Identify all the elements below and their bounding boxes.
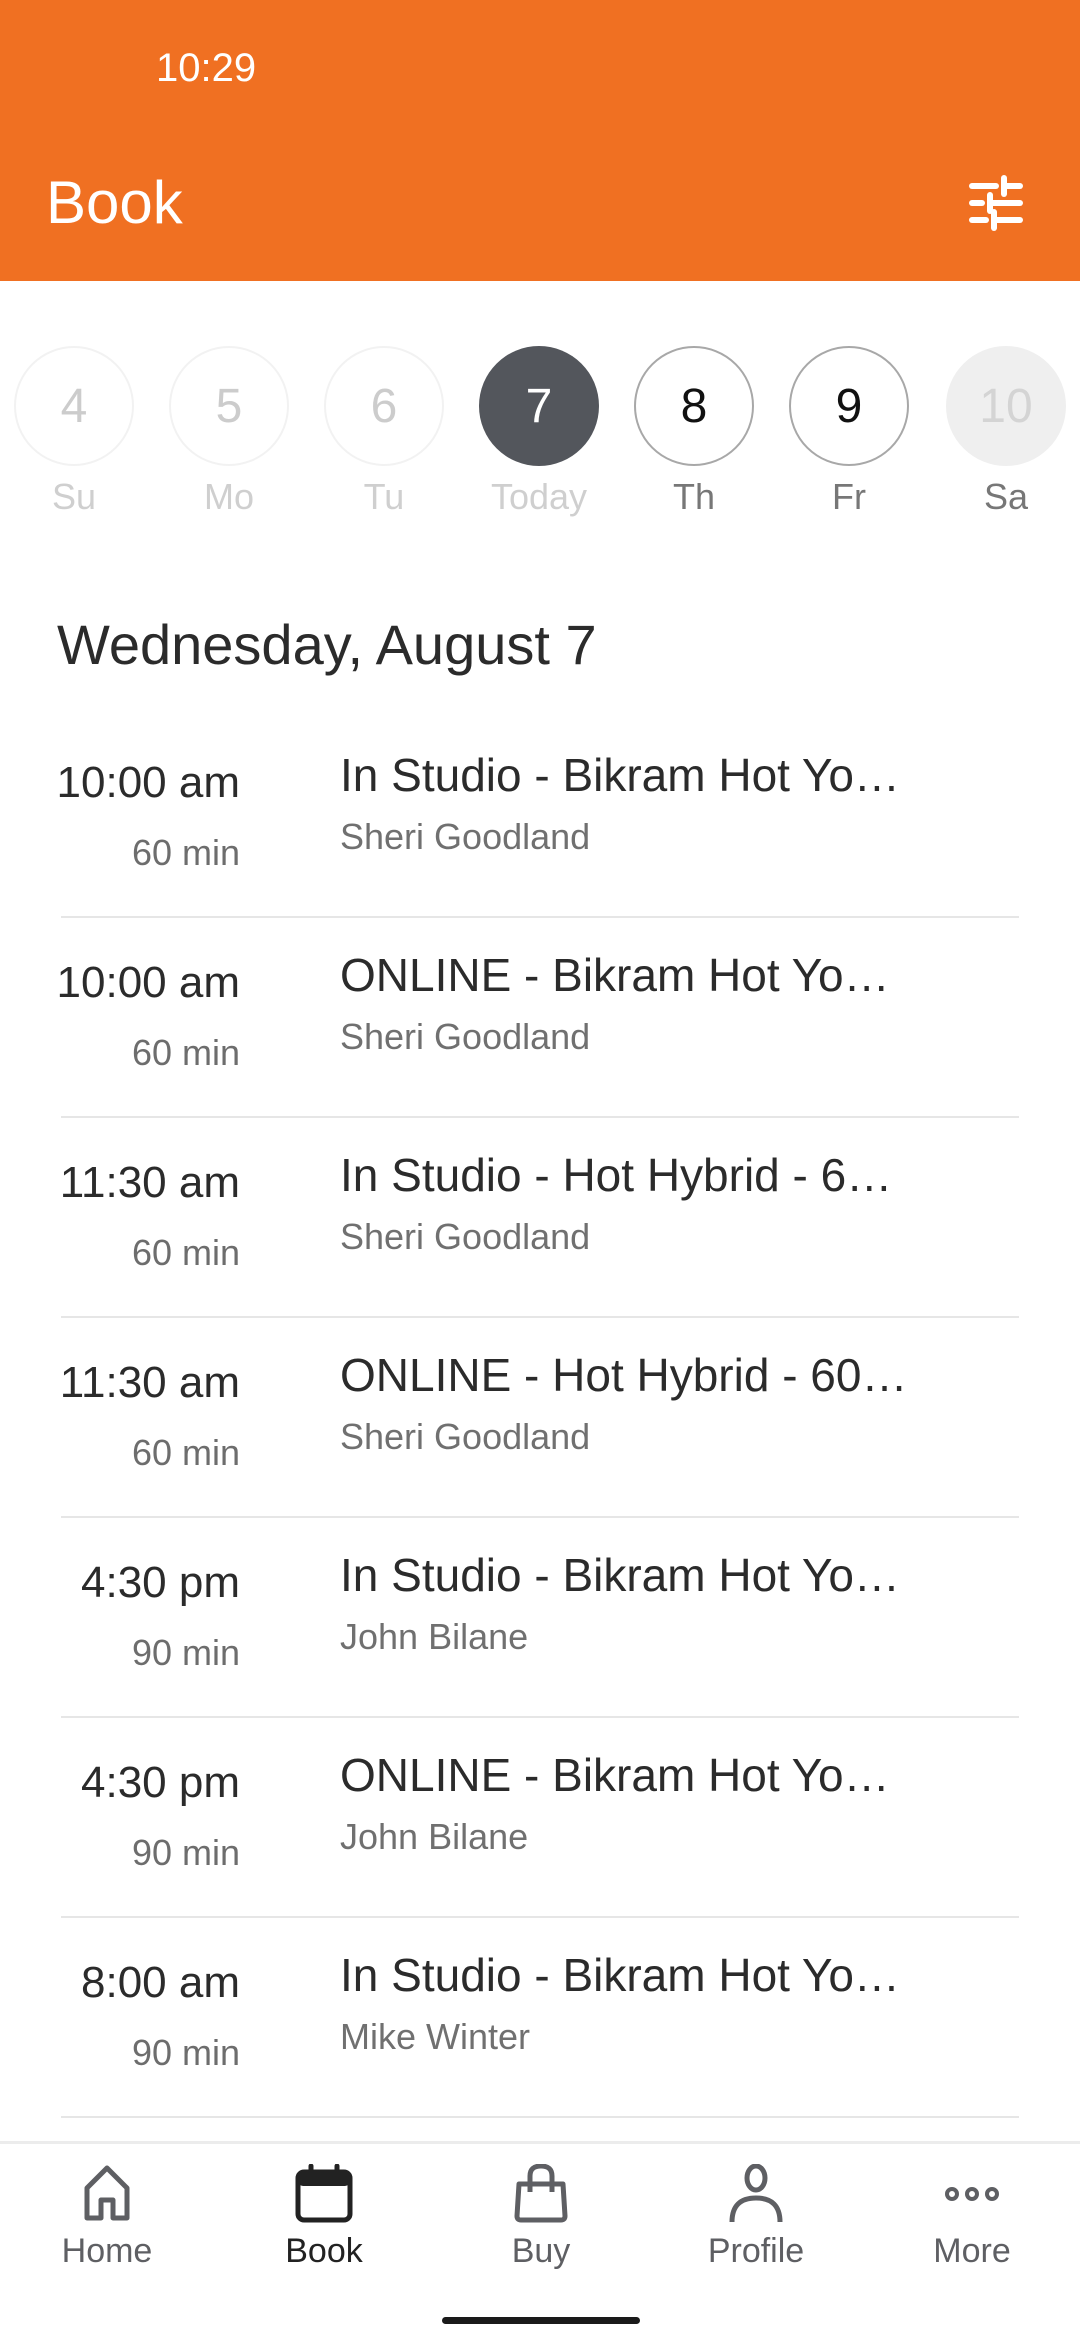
day-mo[interactable]: 5 Mo	[169, 346, 289, 518]
day-label: Today	[490, 476, 588, 517]
class-list-item[interactable]: 10:00 am 60 min ONLINE - Bikram Hot Yo… She…	[0, 918, 1080, 1118]
tab-buy[interactable]: Buy	[461, 2164, 621, 2271]
class-instructor: Sheri Goodland	[340, 1416, 591, 1457]
tab-label: More	[933, 2232, 1011, 2270]
day-number: 9	[789, 346, 909, 466]
class-duration: 60 min	[131, 1432, 240, 1473]
class-list: 10:00 am 60 min In Studio - Bikram Hot Yo……	[0, 718, 1080, 2118]
class-instructor: Sheri Goodland	[340, 1016, 591, 1057]
day-label: Th	[672, 476, 715, 517]
class-instructor: John Bilane	[340, 1616, 529, 1657]
class-name: In Studio - Bikram Hot Yo…	[340, 1549, 900, 1601]
class-time: 4:30 pm	[81, 1758, 240, 1807]
tab-more[interactable]: More	[892, 2164, 1052, 2271]
day-tu[interactable]: 6 Tu	[324, 346, 444, 518]
week-day-picker: 4 Su 5 Mo 6 Tu 7 Today 8 Th 9 Fr 10 Sa	[0, 346, 1080, 526]
tab-book[interactable]: Book	[244, 2164, 404, 2271]
status-bar-time: 10:29	[156, 46, 257, 90]
tab-label: Buy	[511, 2232, 571, 2270]
more-dots-icon	[892, 2164, 1052, 2224]
day-number: 6	[324, 346, 444, 466]
class-duration: 60 min	[131, 832, 240, 873]
bottom-tab-bar: Home Book Buy Profile More	[0, 2141, 1080, 2340]
class-instructor: Mike Winter	[340, 2016, 531, 2057]
sliders-icon	[969, 175, 1023, 231]
class-time: 11:30 am	[59, 1358, 240, 1407]
class-list-item[interactable]: 11:30 am 60 min ONLINE - Hot Hybrid - 60… S…	[0, 1318, 1080, 1518]
app-header: 10:29 Book	[0, 0, 1080, 281]
home-icon	[27, 2164, 187, 2224]
tab-profile[interactable]: Profile	[676, 2164, 836, 2271]
calendar-icon	[244, 2164, 404, 2224]
class-duration: 60 min	[131, 1232, 240, 1273]
shopping-bag-icon	[461, 2164, 621, 2224]
class-list-item[interactable]: 8:00 am 90 min In Studio - Bikram Hot Yo… M…	[0, 1918, 1080, 2118]
class-time: 8:00 am	[81, 1958, 240, 2007]
day-number: 4	[14, 346, 134, 466]
day-label: Sa	[983, 476, 1029, 517]
class-name: In Studio - Bikram Hot Yo…	[340, 1949, 900, 2001]
day-number: 10	[946, 346, 1066, 466]
class-time: 11:30 am	[59, 1158, 240, 1207]
tab-label: Book	[285, 2232, 363, 2270]
class-instructor: Sheri Goodland	[340, 816, 591, 857]
day-number: 5	[169, 346, 289, 466]
class-list-item[interactable]: 11:30 am 60 min In Studio - Hot Hybrid - 6…	[0, 1118, 1080, 1318]
day-label: Mo	[203, 476, 254, 517]
day-label: Tu	[363, 476, 405, 517]
person-icon	[676, 2164, 836, 2224]
filter-button[interactable]	[960, 170, 1032, 236]
class-name: ONLINE - Bikram Hot Yo…	[340, 1749, 890, 1801]
class-duration: 90 min	[131, 1632, 240, 1673]
day-label: Su	[51, 476, 97, 517]
class-name: In Studio - Bikram Hot Yo…	[340, 749, 900, 801]
class-duration: 90 min	[131, 1832, 240, 1873]
class-duration: 60 min	[131, 1032, 240, 1073]
class-instructor: Sheri Goodland	[340, 1216, 591, 1257]
class-time: 10:00 am	[56, 958, 240, 1007]
class-instructor: John Bilane	[340, 1816, 529, 1857]
day-today[interactable]: 7 Today	[479, 346, 599, 518]
day-sa: 10 Sa	[946, 346, 1066, 518]
selected-date-heading: Wednesday, August 7	[57, 613, 597, 676]
class-name: In Studio - Hot Hybrid - 6…	[340, 1149, 893, 1201]
class-name: ONLINE - Hot Hybrid - 60…	[340, 1349, 908, 1401]
home-indicator[interactable]	[442, 2317, 640, 2324]
page-title: Book	[46, 169, 183, 236]
day-fr[interactable]: 9 Fr	[789, 346, 909, 518]
day-su[interactable]: 4 Su	[14, 346, 134, 518]
day-label: Fr	[832, 476, 866, 517]
tab-label: Profile	[707, 2232, 805, 2270]
class-time: 4:30 pm	[81, 1558, 240, 1607]
tab-home[interactable]: Home	[27, 2164, 187, 2271]
class-name: ONLINE - Bikram Hot Yo…	[340, 949, 890, 1001]
day-th[interactable]: 8 Th	[634, 346, 754, 518]
day-number: 7	[479, 346, 599, 466]
divider	[61, 2116, 1019, 2118]
day-number: 8	[634, 346, 754, 466]
class-list-item[interactable]: 10:00 am 60 min In Studio - Bikram Hot Yo……	[0, 718, 1080, 918]
tab-label: Home	[61, 2232, 153, 2270]
class-time: 10:00 am	[56, 758, 240, 807]
class-list-item[interactable]: 4:30 pm 90 min ONLINE - Bikram Hot Yo… John…	[0, 1718, 1080, 1918]
class-duration: 90 min	[131, 2032, 240, 2073]
class-list-item[interactable]: 4:30 pm 90 min In Studio - Bikram Hot Yo… J…	[0, 1518, 1080, 1718]
